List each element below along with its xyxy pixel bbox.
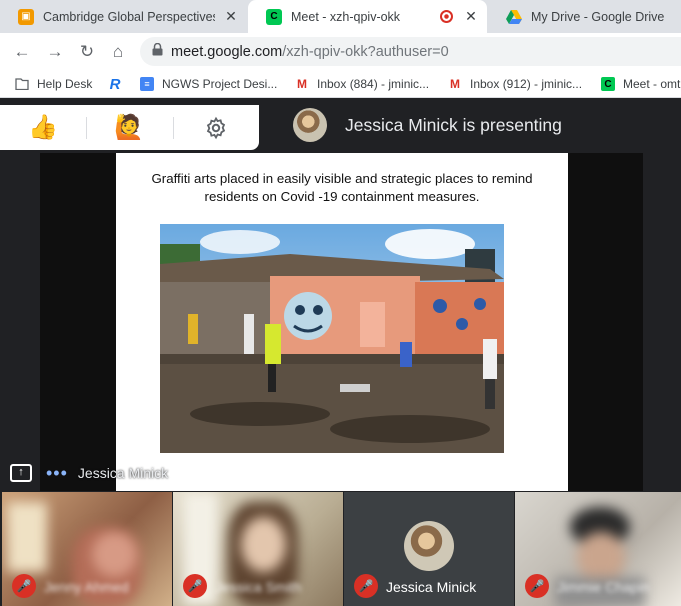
divider (173, 117, 174, 139)
bookmark-r[interactable]: R (108, 75, 130, 93)
folder-icon (15, 77, 29, 91)
participant-name: Jessica Minick (386, 579, 477, 595)
shared-slide: Graffiti arts placed in easily visible a… (116, 153, 568, 491)
url-path: /xzh-qpiv-okk?authuser=0 (282, 43, 449, 60)
url-host: meet.google.com (171, 43, 283, 60)
tab-drive[interactable]: My Drive - Google Drive (488, 0, 681, 33)
mic-off-icon: 🎤 (183, 574, 207, 598)
tab-strip: ▣ Cambridge Global Perspectives & ✕ C Me… (0, 0, 681, 33)
classroom-icon: ▣ (18, 8, 34, 25)
participant-tile[interactable]: 🎤 Jenny Ahmed (2, 492, 172, 606)
bookmark-inbox-884[interactable]: M Inbox (884) - jminic... (295, 75, 429, 93)
tab-title: My Drive - Google Drive (531, 9, 665, 24)
present-screen-icon[interactable]: ↑ (10, 464, 32, 482)
participant-name: Jenny Ahmed (44, 579, 129, 595)
forward-icon[interactable]: → (44, 41, 66, 63)
reactions-bar: 👍 🙋 (0, 105, 259, 150)
meet-call-area: 👍 🙋 Jessica Minick is presenting Graffit… (0, 99, 681, 606)
graffiti-photo (160, 224, 504, 453)
gmail-icon: M (297, 77, 307, 91)
meet-icon: C (266, 8, 282, 25)
bookmark-inbox-912[interactable]: M Inbox (912) - jminic... (448, 75, 582, 93)
pinned-name: Jessica Minick (77, 465, 169, 481)
back-icon[interactable]: ← (11, 41, 33, 63)
r-logo-icon: R (109, 75, 121, 93)
browser-toolbar: ← → ↻ ⌂ meet.google.com/xzh-qpiv-okk?aut… (0, 33, 681, 70)
bookmark-ngws[interactable]: ≡ NGWS Project Desi... (140, 75, 277, 93)
meet-icon: C (601, 77, 615, 91)
slide-caption: Graffiti arts placed in easily visible a… (151, 171, 533, 204)
raise-hand-icon[interactable]: 🙋 (112, 111, 146, 145)
bookmark-label: NGWS Project Desi... (162, 77, 278, 91)
tab-title: Meet - xzh-qpiv-okk (291, 9, 401, 24)
participant-tile[interactable]: 🎤 Jimmie Chapin (515, 492, 681, 606)
bookmark-label: Help Desk (37, 77, 93, 91)
presenter-avatar (293, 108, 327, 142)
recording-icon (440, 10, 453, 23)
mic-off-icon: 🎤 (525, 574, 549, 598)
bookmark-help-desk[interactable]: Help Desk (15, 75, 92, 93)
presenting-label: Jessica Minick is presenting (345, 114, 562, 135)
participant-tile[interactable]: 🎤 Jessica Smith (173, 492, 343, 606)
reload-icon[interactable]: ↻ (76, 41, 98, 63)
presenting-banner: Jessica Minick is presenting (260, 99, 681, 151)
lock-icon (152, 42, 163, 60)
close-icon[interactable]: ✕ (463, 8, 479, 24)
tab-title: Cambridge Global Perspectives & (43, 9, 215, 24)
bookmark-label: Meet - omt (623, 77, 681, 91)
participant-avatar (404, 521, 454, 571)
home-icon[interactable]: ⌂ (107, 41, 129, 63)
gmail-icon: M (450, 77, 460, 91)
participant-name: Jimmie Chapin (557, 579, 650, 595)
bookmark-label: Inbox (912) - jminic... (470, 77, 583, 91)
tab-cambridge[interactable]: ▣ Cambridge Global Perspectives & ✕ (0, 0, 247, 33)
divider (86, 117, 87, 139)
bookmarks-bar: Help Desk R ≡ NGWS Project Desi... M Inb… (0, 70, 681, 98)
mic-off-icon: 🎤 (354, 574, 378, 598)
address-bar[interactable]: meet.google.com/xzh-qpiv-okk?authuser=0 (140, 37, 681, 66)
bookmark-label: Inbox (884) - jminic... (317, 77, 430, 91)
more-options-icon[interactable]: ••• (46, 464, 68, 482)
tab-meet[interactable]: C Meet - xzh-qpiv-okk ✕ (248, 0, 487, 33)
drive-icon (506, 9, 522, 25)
docs-icon: ≡ (140, 77, 154, 91)
bookmark-meet[interactable]: C Meet - omt (601, 75, 680, 93)
settings-icon[interactable] (199, 111, 233, 145)
thumbs-up-icon[interactable]: 👍 (26, 111, 60, 145)
mic-off-icon: 🎤 (12, 574, 36, 598)
close-icon[interactable]: ✕ (223, 8, 239, 24)
participant-tile[interactable]: 🎤 Jessica Minick (344, 492, 514, 606)
pinned-presenter-label: ↑ ••• Jessica Minick (10, 462, 168, 484)
participant-name: Jessica Smith (215, 579, 302, 595)
